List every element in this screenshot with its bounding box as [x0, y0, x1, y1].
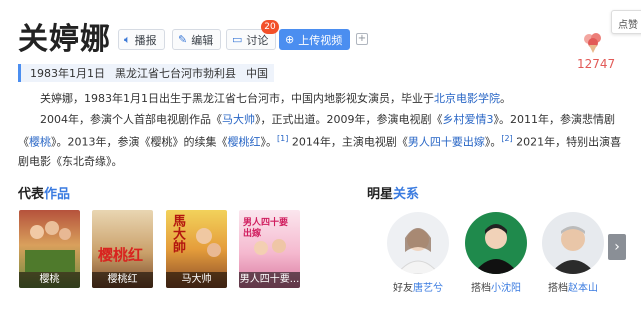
speaker-icon: 🔈︎ [124, 32, 131, 46]
discuss-label: 讨论 [246, 33, 269, 47]
relation-name[interactable]: 赵本山 [568, 283, 598, 294]
edit-button[interactable]: ✎ 编辑 [172, 29, 222, 50]
upload-label: 上传视频 [298, 33, 343, 47]
summary-paragraph-2: 2004年，参演个人首部电视剧作品《马大帅》，正式出道。2009年，参演电视剧《… [18, 110, 630, 171]
summary-text: 2004年，参演个人首部电视剧作品《 [40, 113, 222, 126]
plus-circle-icon: ⊕ [285, 33, 295, 46]
summary-text: 2014年，主演电视剧《 [288, 135, 408, 149]
relation-card-friend[interactable]: 好友唐艺兮 [386, 212, 450, 294]
relation-role: 搭档 [471, 283, 491, 294]
page-title: 关婷娜 [18, 22, 111, 57]
works-title-text: 代表 [18, 187, 45, 202]
avatar-image [473, 224, 519, 274]
relation-name[interactable]: 小沈阳 [491, 283, 521, 294]
birthplace: 黑龙江省七台河市勃利县 [115, 67, 236, 80]
flower-like-icon[interactable] [580, 30, 606, 54]
work-card-ma-da-shuai[interactable]: 馬大帥 马大帅 [166, 210, 227, 288]
avatar-image [550, 226, 596, 274]
pencil-icon: ✎ [178, 33, 188, 46]
summary-text: 关婷娜，1983年1月1日出生于黑龙江省七台河市，中国内地影视女演员，毕业于 [40, 92, 434, 105]
summary-text: 》，正式出道。2009年，参演电视剧《 [255, 113, 443, 126]
work-card-nanren-sishi[interactable]: 男人四十要出嫁 男人四十要... [239, 210, 300, 288]
work-poster-image [196, 228, 221, 257]
work-label: 樱桃红 [92, 272, 153, 288]
summary-paragraph-1: 关婷娜，1983年1月1日出生于黑龙江省七台河市，中国内地影视女演员，毕业于北京… [18, 89, 630, 108]
poster-title-text: 樱桃红 [98, 246, 144, 264]
works-title-highlight: 作品 [44, 187, 71, 202]
edit-label: 编辑 [191, 33, 214, 47]
works-section-title: 代表作品 [18, 183, 70, 202]
play-button[interactable]: 🔈︎ 播报 [118, 29, 165, 50]
work-card-yingtao[interactable]: 樱桃 [19, 210, 80, 288]
link-yingtao[interactable]: 樱桃 [29, 136, 51, 149]
reference-2[interactable]: [2] [501, 134, 512, 143]
link-yingtao-hong[interactable]: 樱桃红 [228, 136, 261, 149]
link-village-love-3[interactable]: 乡村爱情3 [443, 113, 494, 126]
work-poster-image [254, 239, 286, 255]
birth-date: 1983年1月1日 [30, 67, 105, 80]
link-nanren-sishi[interactable]: 男人四十要出嫁 [408, 136, 485, 149]
avatar [465, 212, 527, 274]
summary-text: 。 [500, 92, 511, 105]
avatar-image [396, 228, 440, 274]
avatar [542, 212, 604, 274]
chevron-right-icon[interactable]: › [608, 234, 626, 260]
avatar [387, 212, 449, 274]
like-count: 12747 [577, 57, 616, 71]
discuss-count-badge: 20 [261, 20, 279, 34]
like-tooltip: 点赞 [611, 10, 641, 34]
summary-text: 》。 [260, 135, 278, 149]
work-card-yingtao-hong[interactable]: 樱桃红 樱桃红 [92, 210, 153, 288]
relation-role: 好友 [393, 283, 413, 294]
reference-1[interactable]: [1] [277, 134, 288, 143]
relations-title-highlight: 关系 [393, 187, 420, 202]
play-label: 播报 [134, 33, 157, 47]
nationality: 中国 [246, 67, 268, 80]
summary-text: 》。 [484, 135, 502, 149]
relation-name[interactable]: 唐艺兮 [413, 283, 443, 294]
link-beijing-film-academy[interactable]: 北京电影学院 [434, 92, 500, 105]
basic-info-bar: 1983年1月1日 黑龙江省七台河市勃利县 中国 [18, 64, 274, 82]
work-poster-image [25, 221, 75, 272]
work-label: 马大帅 [166, 272, 227, 288]
relations-title-text: 明星 [367, 187, 394, 202]
work-label: 男人四十要... [239, 272, 300, 288]
relations-section-title: 明星关系 [367, 183, 419, 202]
relation-card-partner-1[interactable]: 搭档小沈阳 [464, 212, 528, 294]
relation-label: 搭档小沈阳 [464, 279, 528, 294]
chat-icon: ▭ [232, 33, 243, 46]
link-ma-da-shuai[interactable]: 马大帅 [222, 113, 255, 126]
relation-label: 搭档赵本山 [541, 279, 605, 294]
summary-text: 》。2013年，参演《樱桃》的续集《 [51, 135, 228, 149]
work-label: 樱桃 [19, 272, 80, 288]
add-icon[interactable]: + [356, 33, 368, 45]
relation-role: 搭档 [548, 283, 568, 294]
relation-label: 好友唐艺兮 [386, 279, 450, 294]
relation-card-partner-2[interactable]: 搭档赵本山 [541, 212, 605, 294]
upload-video-button[interactable]: ⊕ 上传视频 [279, 29, 351, 50]
